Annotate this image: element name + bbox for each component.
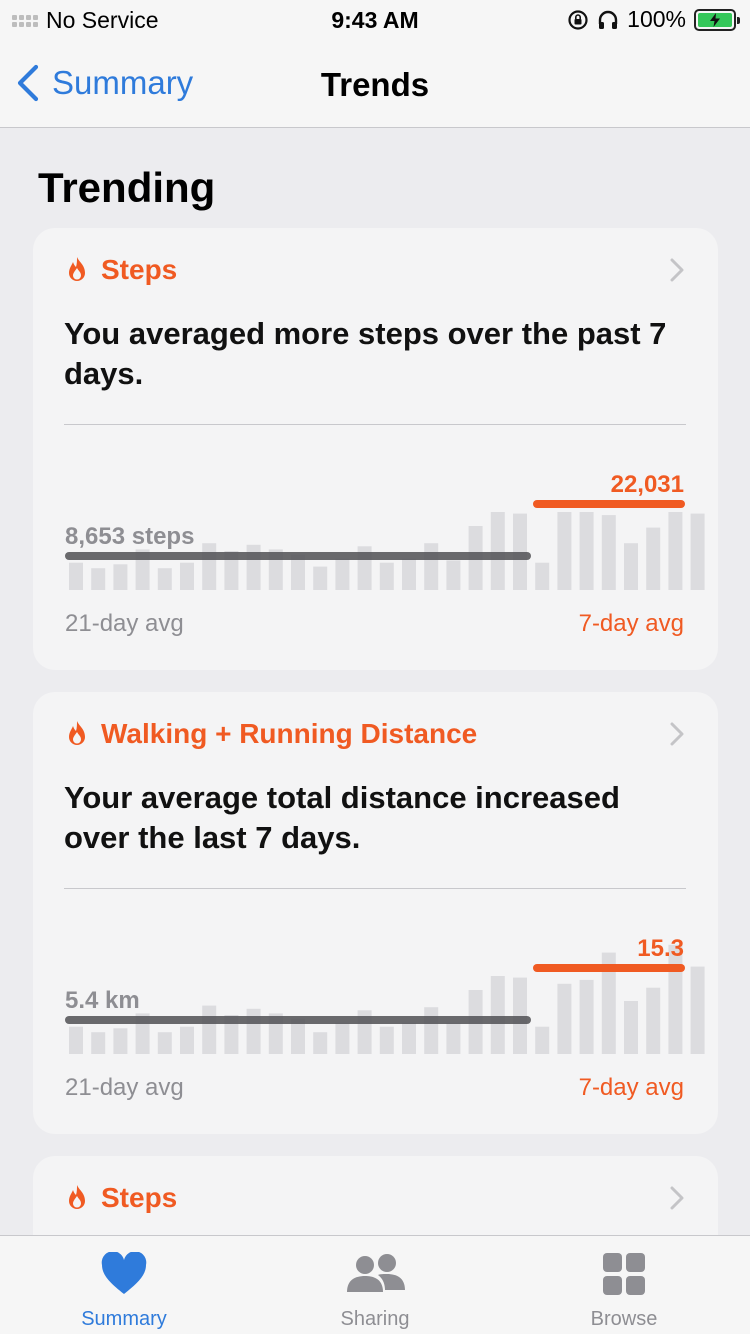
people-icon bbox=[347, 1254, 405, 1292]
avg7-value: 22,031 bbox=[611, 471, 684, 498]
bar bbox=[379, 1026, 394, 1054]
bar bbox=[335, 558, 350, 590]
tab-label: Sharing bbox=[340, 1308, 410, 1330]
grid-icon bbox=[603, 1253, 645, 1295]
bar bbox=[646, 527, 661, 590]
flame-icon bbox=[69, 1185, 85, 1209]
battery-icon bbox=[694, 8, 740, 31]
bar bbox=[246, 1008, 261, 1054]
bar bbox=[446, 560, 461, 590]
bar bbox=[113, 1028, 128, 1054]
bar bbox=[246, 544, 261, 590]
bar bbox=[313, 1032, 328, 1054]
bar bbox=[557, 983, 572, 1054]
tab-label: Browse bbox=[590, 1308, 658, 1330]
bar bbox=[535, 1026, 550, 1054]
bar bbox=[157, 1032, 172, 1054]
tab-label: Summary bbox=[81, 1308, 167, 1330]
bar bbox=[313, 566, 328, 590]
avg21-value: 5.4 km bbox=[65, 987, 140, 1014]
tab-sharing[interactable]: Sharing bbox=[295, 1236, 455, 1334]
bar bbox=[690, 513, 705, 590]
avg21-label: 21-day avg bbox=[65, 1074, 184, 1101]
bar bbox=[402, 558, 416, 590]
bar bbox=[690, 966, 705, 1054]
section-title: Trending bbox=[38, 164, 216, 211]
bar bbox=[402, 1022, 416, 1054]
orientation-lock-icon bbox=[568, 9, 588, 30]
avg7-label: 7-day avg bbox=[578, 610, 684, 637]
bar bbox=[513, 513, 527, 590]
navigation-bar: Summary Trends bbox=[0, 40, 750, 128]
bar bbox=[424, 543, 439, 590]
bar bbox=[601, 515, 616, 590]
bar bbox=[624, 1001, 638, 1054]
bar bbox=[202, 1005, 217, 1054]
bar bbox=[446, 1022, 461, 1054]
avg7-value: 15.3 bbox=[637, 935, 684, 962]
bar bbox=[624, 543, 638, 590]
trend-card-steps[interactable]: Steps You averaged more steps over the p… bbox=[33, 228, 718, 670]
trend-chart: 5.4 km 15.3 bbox=[65, 935, 705, 1054]
bar bbox=[69, 1026, 83, 1054]
bar bbox=[113, 564, 128, 590]
avg21-value: 8,653 steps bbox=[65, 523, 194, 550]
bar bbox=[579, 512, 594, 590]
bar bbox=[180, 1026, 194, 1054]
chevron-right-icon bbox=[670, 1186, 684, 1210]
avg21-label: 21-day avg bbox=[65, 610, 184, 637]
bar bbox=[646, 987, 661, 1054]
status-bar: No Service 9:43 AM 100% bbox=[0, 0, 750, 40]
bar bbox=[513, 977, 527, 1054]
bar bbox=[202, 543, 217, 590]
tab-summary[interactable]: Summary bbox=[44, 1236, 204, 1334]
page-title: Trends bbox=[320, 66, 430, 103]
bar bbox=[557, 512, 572, 590]
avg7-label: 7-day avg bbox=[578, 1074, 684, 1101]
trend-chart: 8,653 steps 22,031 bbox=[65, 471, 705, 590]
bar bbox=[535, 562, 550, 590]
bar bbox=[91, 568, 106, 590]
tab-bar: Summary Sharing Browse bbox=[0, 1235, 750, 1334]
bar bbox=[69, 562, 83, 590]
bar bbox=[157, 568, 172, 590]
headphones-icon bbox=[598, 10, 618, 29]
tab-browse[interactable]: Browse bbox=[544, 1236, 704, 1334]
status-right: 100% bbox=[567, 6, 740, 33]
bar bbox=[335, 1022, 350, 1054]
bar bbox=[291, 1018, 305, 1054]
bar bbox=[180, 562, 194, 590]
bar bbox=[579, 979, 594, 1054]
card-header: Steps bbox=[65, 1182, 177, 1214]
bar bbox=[424, 1007, 439, 1054]
bar bbox=[291, 554, 305, 590]
trend-card-distance[interactable]: Walking + Running Distance Your average … bbox=[33, 692, 718, 1134]
heart-icon bbox=[101, 1252, 147, 1294]
bar bbox=[490, 976, 505, 1054]
bar bbox=[668, 512, 683, 590]
bar bbox=[91, 1032, 106, 1054]
card-category: Steps bbox=[101, 1182, 178, 1213]
bar bbox=[379, 562, 394, 590]
battery-percent: 100% bbox=[627, 6, 686, 32]
bar bbox=[490, 512, 505, 590]
